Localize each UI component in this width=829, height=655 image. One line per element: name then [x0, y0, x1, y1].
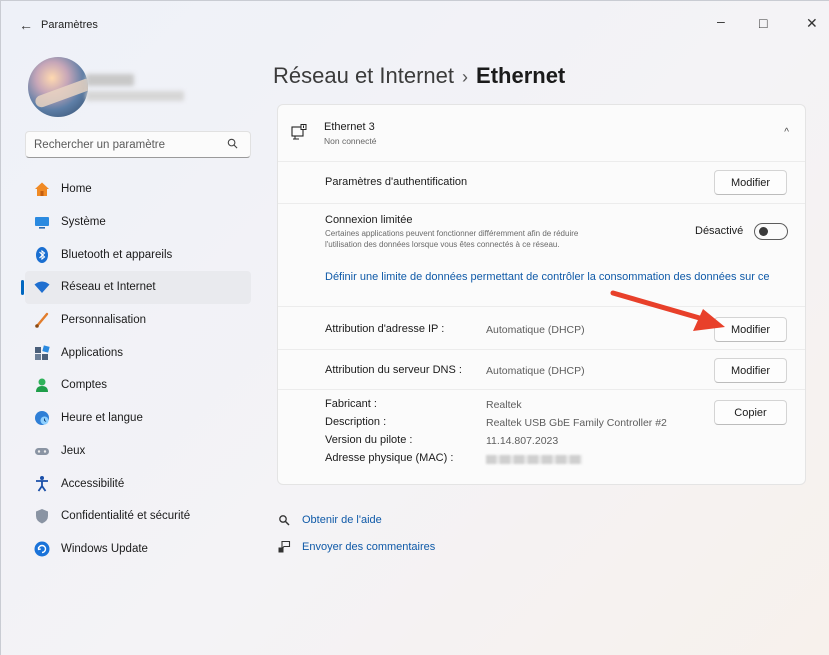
feedback-label: Envoyer des commentaires	[302, 541, 436, 553]
bluetooth-icon	[33, 246, 51, 264]
annotation-arrow	[610, 290, 725, 331]
gamepad-icon	[33, 442, 51, 460]
driver-value: 11.14.807.2023	[486, 435, 559, 447]
help-icon	[276, 513, 292, 527]
metered-toggle[interactable]	[754, 223, 788, 240]
search-box[interactable]	[25, 131, 251, 158]
manufacturer-label: Fabricant :	[325, 398, 377, 410]
breadcrumb-parent[interactable]: Réseau et Internet	[273, 63, 454, 88]
sidebar-item-label: Réseau et Internet	[61, 281, 156, 294]
dns-value: Automatique (DHCP)	[486, 365, 585, 377]
sidebar-item-label: Personnalisation	[61, 314, 147, 327]
auth-row: Paramètres d'authentification Modifier	[278, 162, 805, 204]
sidebar-item-gaming[interactable]: Jeux	[25, 435, 251, 468]
ethernet-icon	[291, 124, 307, 140]
avatar[interactable]	[28, 57, 88, 117]
sidebar-item-label: Heure et langue	[61, 412, 143, 425]
home-icon	[33, 180, 51, 198]
metered-title: Connexion limitée	[325, 214, 413, 226]
accessibility-icon	[33, 475, 51, 493]
sidebar-item-label: Confidentialité et sécurité	[61, 510, 191, 523]
sidebar-item-accessibility[interactable]: Accessibilité	[25, 467, 251, 500]
user-name-redacted	[86, 74, 134, 86]
sidebar-item-label: Home	[61, 183, 92, 196]
sidebar-item-privacy[interactable]: Confidentialité et sécurité	[25, 500, 251, 533]
system-icon	[33, 213, 51, 231]
sidebar-item-apps[interactable]: Applications	[25, 336, 251, 369]
settings-window: ← Paramètres – □ ✕ Home Système	[0, 0, 829, 655]
sidebar-item-personalization[interactable]: Personnalisation	[25, 304, 251, 337]
sidebar-item-label: Bluetooth et appareils	[61, 248, 173, 261]
description-label: Description :	[325, 416, 387, 428]
auth-modify-button[interactable]: Modifier	[714, 170, 787, 195]
close-button[interactable]: ✕	[806, 15, 818, 32]
maximize-button[interactable]: □	[759, 15, 767, 31]
driver-label: Version du pilote :	[325, 434, 413, 446]
sidebar-item-label: Accessibilité	[61, 477, 125, 490]
mac-value-redacted	[486, 455, 582, 464]
auth-label: Paramètres d'authentification	[325, 176, 468, 188]
title-bar: ← Paramètres – □ ✕	[1, 1, 829, 49]
search-icon[interactable]	[227, 138, 238, 149]
dns-row: Attribution du serveur DNS : Automatique…	[278, 350, 805, 390]
sidebar-item-label: Système	[61, 216, 106, 229]
sidebar-item-network[interactable]: Réseau et Internet	[21, 271, 251, 304]
page-title: Ethernet	[476, 63, 566, 88]
ip-label: Attribution d'adresse IP :	[325, 323, 445, 335]
apps-icon	[33, 344, 51, 362]
breadcrumb-separator: ›	[462, 67, 469, 87]
sidebar-item-system[interactable]: Système	[25, 206, 251, 239]
sidebar-item-label: Applications	[61, 346, 124, 359]
data-limit-link[interactable]: Définir une limite de données permettant…	[325, 271, 795, 283]
details-row: Fabricant : Realtek Description : Realte…	[278, 390, 805, 484]
feedback-link[interactable]: Envoyer des commentaires	[276, 540, 435, 554]
sidebar-item-bluetooth[interactable]: Bluetooth et appareils	[25, 238, 251, 271]
wifi-icon	[33, 278, 51, 296]
get-help-label: Obtenir de l'aide	[302, 514, 382, 526]
sidebar-item-accounts[interactable]: Comptes	[25, 369, 251, 402]
globe-clock-icon	[33, 409, 51, 427]
adapter-header[interactable]: Ethernet 3 Non connecté ^	[278, 105, 805, 162]
app-title: Paramètres	[41, 19, 98, 31]
dns-label: Attribution du serveur DNS :	[325, 364, 462, 376]
metered-description-1: Certaines applications peuvent fonctionn…	[325, 229, 579, 238]
feedback-icon	[276, 540, 292, 554]
shield-icon	[33, 507, 51, 525]
ip-value: Automatique (DHCP)	[486, 324, 585, 336]
sidebar-item-label: Jeux	[61, 444, 86, 457]
chevron-up-icon[interactable]: ^	[784, 127, 789, 138]
back-arrow-icon[interactable]: ←	[19, 17, 33, 33]
description-value: Realtek USB GbE Family Controller #2	[486, 417, 667, 429]
metered-state: Désactivé	[695, 225, 744, 237]
active-indicator	[21, 280, 24, 296]
brush-icon	[33, 311, 51, 329]
sidebar-item-label: Comptes	[61, 379, 108, 392]
sidebar-item-label: Windows Update	[61, 542, 148, 555]
dns-modify-button[interactable]: Modifier	[714, 358, 787, 383]
manufacturer-value: Realtek	[486, 399, 522, 411]
sidebar-nav: Home Système Bluetooth et appareils Rése…	[21, 173, 251, 566]
adapter-status: Non connecté	[324, 136, 377, 146]
minimize-button[interactable]: –	[717, 13, 725, 29]
user-email-redacted	[86, 91, 184, 101]
metered-description-2: l'utilisation des données lorsque vous ê…	[325, 240, 560, 249]
copy-button[interactable]: Copier	[714, 400, 787, 425]
sidebar-item-windows-update[interactable]: Windows Update	[25, 533, 251, 566]
mac-label: Adresse physique (MAC) :	[325, 452, 454, 464]
sidebar-item-time-language[interactable]: Heure et langue	[25, 402, 251, 435]
get-help-link[interactable]: Obtenir de l'aide	[276, 513, 382, 527]
account-icon	[33, 376, 51, 394]
search-input[interactable]	[34, 137, 224, 153]
update-icon	[33, 540, 51, 558]
breadcrumb: Réseau et Internet › Ethernet	[273, 63, 565, 89]
sidebar-item-home[interactable]: Home	[25, 173, 251, 206]
adapter-name: Ethernet 3	[324, 121, 375, 133]
